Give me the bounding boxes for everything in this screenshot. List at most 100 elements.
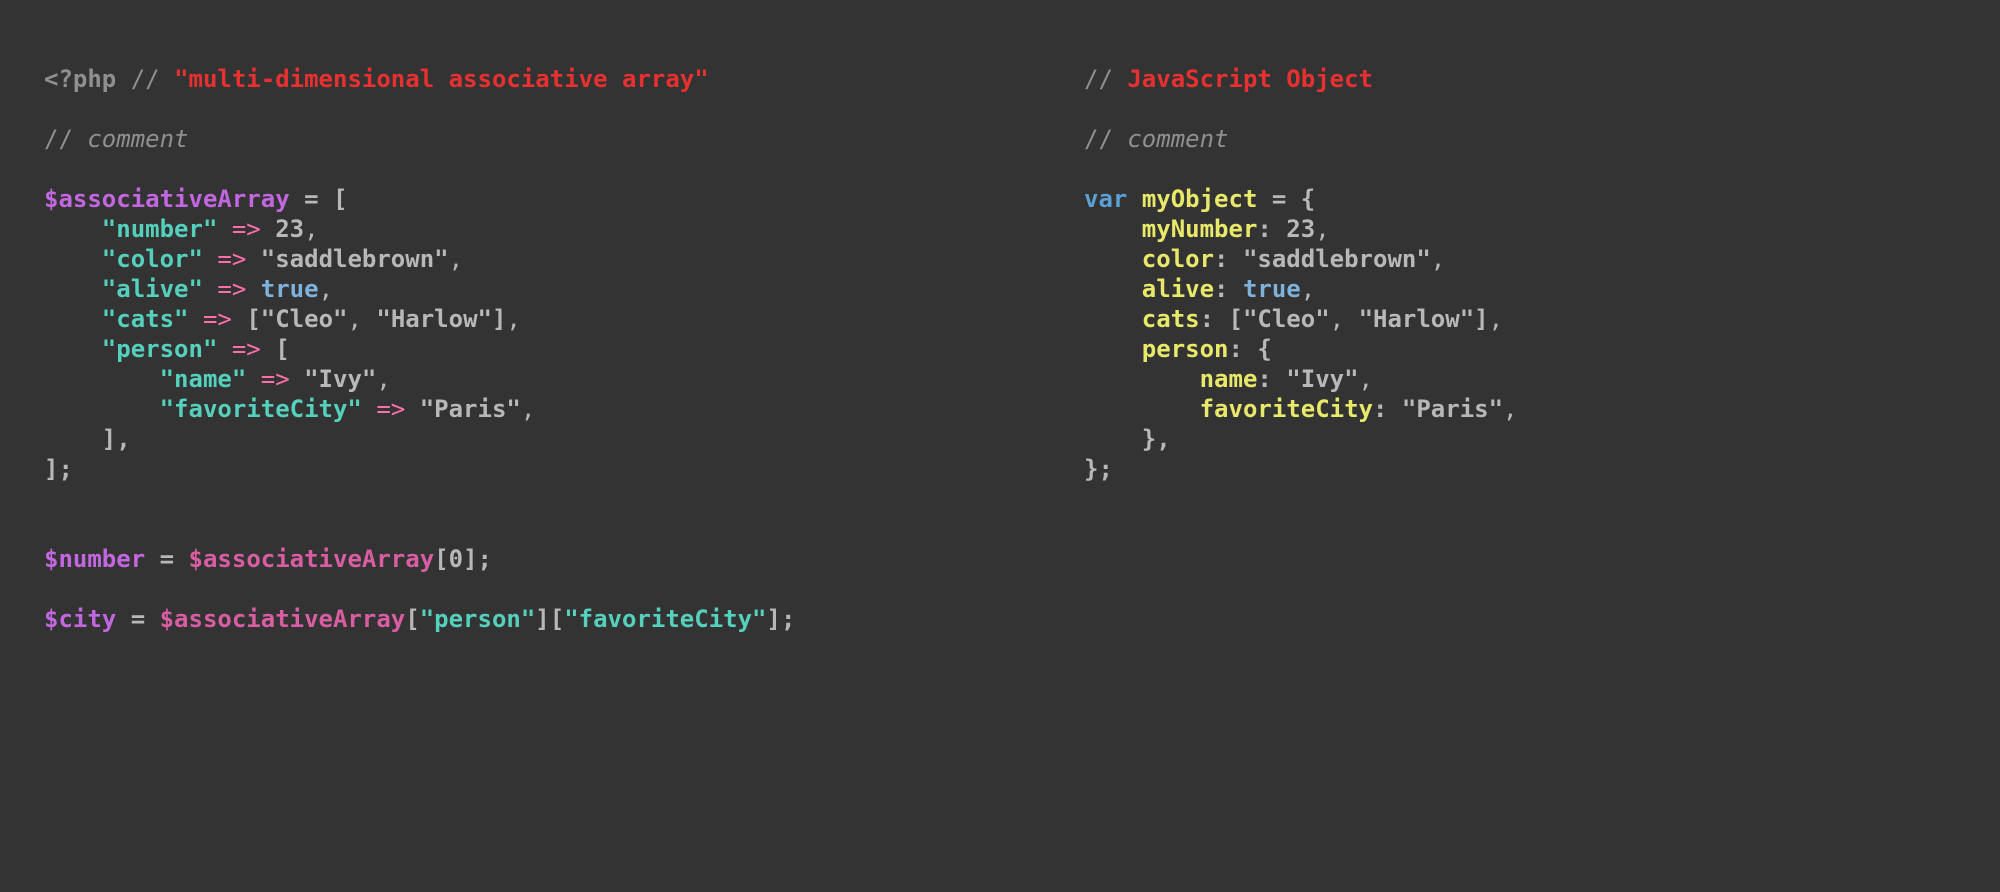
js-value-paris: "Paris": [1402, 395, 1503, 423]
php-key-number: "number": [102, 215, 218, 243]
php-arrow: =>: [217, 245, 246, 273]
bracket-close: ]: [463, 545, 477, 573]
js-key-favoritecity: favoriteCity: [1200, 395, 1373, 423]
code-comparison: <?php // "multi-dimensional associative …: [0, 0, 2000, 698]
comma: ,: [449, 245, 463, 273]
php-key-name: "name": [160, 365, 247, 393]
bracket-close-outer: ];: [44, 455, 73, 483]
colon: :: [1200, 305, 1214, 333]
js-key-color: color: [1142, 245, 1214, 273]
js-value-23: 23: [1286, 215, 1315, 243]
js-key-alive: alive: [1142, 275, 1214, 303]
php-var-assoc-ref: $associativeArray: [189, 545, 435, 573]
php-arrow: =>: [217, 275, 246, 303]
bracket-close: ]: [1474, 305, 1488, 333]
php-value-true: true: [261, 275, 319, 303]
colon: :: [1214, 245, 1228, 273]
comma: ,: [521, 395, 535, 423]
php-value-ivy: "Ivy": [304, 365, 376, 393]
php-arrow: =>: [203, 305, 232, 333]
php-var-number: $number: [44, 545, 145, 573]
comma: ,: [347, 305, 376, 333]
js-value-cat1: "Cleo": [1243, 305, 1330, 333]
equals: =: [145, 545, 188, 573]
comma: ,: [506, 305, 520, 333]
comma: ,: [319, 275, 333, 303]
js-code-panel: // JavaScript Object // comment var myOb…: [1044, 64, 1944, 634]
php-var-city: $city: [44, 605, 116, 633]
bracket-open: [: [434, 545, 448, 573]
php-key-cats: "cats": [102, 305, 189, 333]
php-key-favoritecity: "favoriteCity": [160, 395, 362, 423]
php-title-comment: "multi-dimensional associative array": [174, 65, 709, 93]
js-value-ivy: "Ivy": [1286, 365, 1358, 393]
js-comment-text: comment: [1127, 125, 1228, 153]
equals-open-bracket: = [: [290, 185, 348, 213]
comma: ,: [1301, 275, 1315, 303]
php-key-color: "color": [102, 245, 203, 273]
bracket-close: ]: [535, 605, 549, 633]
js-value-cat2: "Harlow": [1359, 305, 1475, 333]
js-key-person: person: [1142, 335, 1229, 363]
bracket-open: [: [1229, 305, 1243, 333]
php-key-person: "person": [102, 335, 218, 363]
php-arrow: =>: [232, 215, 261, 243]
semicolon: ;: [478, 545, 492, 573]
comment-slashes: //: [131, 65, 160, 93]
comment-slashes: //: [1084, 125, 1113, 153]
php-value-paris: "Paris": [420, 395, 521, 423]
php-open-tag: <?php: [44, 65, 116, 93]
js-key-name: name: [1200, 365, 1258, 393]
comma: ,: [1330, 305, 1359, 333]
comma: ,: [1431, 245, 1445, 273]
js-key-mynumber: myNumber: [1142, 215, 1258, 243]
php-key-alive: "alive": [102, 275, 203, 303]
comma: ,: [376, 365, 390, 393]
js-value-saddlebrown: "saddlebrown": [1243, 245, 1431, 273]
brace-open: {: [1257, 335, 1271, 363]
comma: ,: [304, 215, 318, 243]
php-code-panel: <?php // "multi-dimensional associative …: [44, 64, 984, 634]
js-ident-myobject: myObject: [1142, 185, 1258, 213]
colon: :: [1257, 215, 1271, 243]
brace-close-nested: },: [1142, 425, 1171, 453]
php-value-cat2: "Harlow": [376, 305, 492, 333]
php-value-saddlebrown: "saddlebrown": [261, 245, 449, 273]
comma: ,: [1315, 215, 1329, 243]
colon: :: [1229, 335, 1243, 363]
colon: :: [1214, 275, 1228, 303]
colon: :: [1257, 365, 1271, 393]
comma: ,: [1359, 365, 1373, 393]
bracket-close-nested: ],: [102, 425, 131, 453]
comma: ,: [1503, 395, 1517, 423]
bracket-open: [: [550, 605, 564, 633]
php-arrow: =>: [232, 335, 261, 363]
equals: =: [116, 605, 159, 633]
bracket-open: [: [246, 305, 260, 333]
bracket-close: ]: [767, 605, 781, 633]
js-keyword-var: var: [1084, 185, 1127, 213]
semicolon: ;: [781, 605, 795, 633]
php-value-cat1: "Cleo": [261, 305, 348, 333]
bracket-close: ]: [492, 305, 506, 333]
brace-close-outer: };: [1084, 455, 1113, 483]
colon: :: [1373, 395, 1387, 423]
js-title-comment: JavaScript Object: [1127, 65, 1373, 93]
comment-slashes: //: [1084, 65, 1113, 93]
index-zero: 0: [449, 545, 463, 573]
php-comment-text: comment: [87, 125, 188, 153]
js-key-cats: cats: [1142, 305, 1200, 333]
bracket-open: [: [275, 335, 289, 363]
js-value-true: true: [1243, 275, 1301, 303]
comment-slashes: //: [44, 125, 73, 153]
php-arrow: =>: [261, 365, 290, 393]
php-access-favoritecity: "favoriteCity": [564, 605, 766, 633]
equals-open-brace: = {: [1257, 185, 1315, 213]
php-value-23: 23: [275, 215, 304, 243]
bracket-open: [: [405, 605, 419, 633]
comma: ,: [1489, 305, 1503, 333]
php-var-assoc: $associativeArray: [44, 185, 290, 213]
php-var-assoc-ref: $associativeArray: [160, 605, 406, 633]
php-arrow: =>: [376, 395, 405, 423]
php-access-person: "person": [420, 605, 536, 633]
